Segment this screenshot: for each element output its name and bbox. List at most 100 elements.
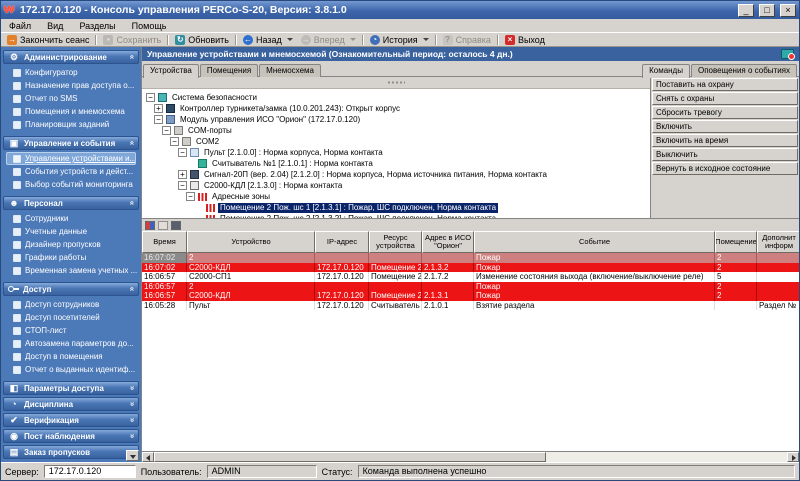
chevron-up-icon[interactable]: »: [128, 55, 136, 59]
maximize-button[interactable]: □: [759, 4, 775, 17]
history-button[interactable]: ◔История: [366, 33, 433, 46]
scrollbar-track[interactable]: [154, 452, 787, 462]
sidebar-group-header[interactable]: ◉Пост наблюдения»: [3, 429, 139, 443]
sidebar-item[interactable]: Учетные данные: [3, 225, 139, 238]
command-button[interactable]: Выключить: [652, 148, 798, 161]
column-header[interactable]: Адрес в ИСО "Орион": [422, 231, 474, 253]
chevron-down-icon[interactable]: »: [128, 386, 136, 390]
back-button[interactable]: ←Назад: [239, 33, 297, 46]
dropdown-arrow-icon[interactable]: [423, 38, 429, 41]
event-row[interactable]: 16:07:022Пожар2: [142, 253, 799, 263]
sidebar-item[interactable]: Конфигуратор: [3, 66, 139, 79]
scrollbar-thumb[interactable]: [154, 452, 546, 462]
collapse-icon[interactable]: −: [178, 181, 187, 190]
menu-item[interactable]: Разделы: [71, 19, 123, 32]
collapse-icon[interactable]: −: [186, 192, 195, 201]
column-header[interactable]: Дополнит информ: [757, 231, 799, 253]
tab-Устройства[interactable]: Устройства: [143, 64, 199, 78]
collapse-icon[interactable]: −: [146, 93, 155, 102]
column-header[interactable]: Устройство: [187, 231, 315, 253]
sidebar-item[interactable]: События устройств и дейст...: [3, 165, 139, 178]
column-header[interactable]: Время: [142, 231, 187, 253]
sidebar-group-header[interactable]: ▤Заказ пропусков»: [3, 445, 139, 459]
command-button[interactable]: Включить: [652, 120, 798, 133]
sidebar-item[interactable]: Временная замена учетных ...: [3, 264, 139, 277]
exit-button[interactable]: ×Выход: [501, 33, 549, 46]
sidebar-item[interactable]: Планировщик заданий: [3, 118, 139, 131]
sidebar-item[interactable]: Выбор событий мониторинга: [3, 178, 139, 191]
expand-icon[interactable]: +: [154, 104, 163, 113]
dropdown-arrow-icon[interactable]: [350, 38, 356, 41]
column-header[interactable]: Событие: [474, 231, 715, 253]
minimize-button[interactable]: _: [738, 4, 754, 17]
all-events-icon[interactable]: [158, 221, 168, 230]
sidebar-item[interactable]: Назначение прав доступа о...: [3, 79, 139, 92]
expand-icon[interactable]: +: [178, 170, 187, 179]
column-header[interactable]: IP-адрес: [315, 231, 369, 253]
menu-item[interactable]: Файл: [1, 19, 39, 32]
chevron-down-icon[interactable]: »: [128, 402, 136, 406]
column-header[interactable]: Ресурс устройства: [369, 231, 422, 253]
tab-Мнемосхема[interactable]: Мнемосхема: [259, 64, 321, 77]
command-button[interactable]: Поставить на охрану: [652, 78, 798, 91]
dropdown-arrow-icon[interactable]: [287, 38, 293, 41]
event-row[interactable]: 16:06:57С2000-СП1172.17.0.120Помещение 2…: [142, 272, 799, 282]
tab-Помещения[interactable]: Помещения: [200, 64, 258, 77]
command-button[interactable]: Включить на время: [652, 134, 798, 147]
collapse-icon[interactable]: −: [154, 115, 163, 124]
sidebar-item[interactable]: Сотрудники: [3, 212, 139, 225]
sidebar-group-header[interactable]: ◧Параметры доступа»: [3, 381, 139, 395]
sidebar-item[interactable]: Отчет по SMS: [3, 92, 139, 105]
collapse-icon[interactable]: −: [178, 148, 187, 157]
horizontal-scrollbar[interactable]: [142, 451, 799, 462]
tree-node[interactable]: −Система безопасности: [144, 92, 650, 103]
sidebar-item[interactable]: Автозамена параметров до...: [3, 337, 139, 350]
tree-node[interactable]: −Помещение 2 Пож. шс 1 [2.1.3.1] : Пожар…: [144, 202, 650, 213]
tree-node[interactable]: −Пульт [2.1.0.0] : Норма корпуса, Норма …: [144, 147, 650, 158]
command-button[interactable]: Сбросить тревогу: [652, 106, 798, 119]
chevron-up-icon[interactable]: »: [128, 287, 136, 291]
tree-node[interactable]: +Контроллер турникета/замка (10.0.201.24…: [144, 103, 650, 114]
sidebar-item[interactable]: Отчет о выданных идентиф...: [3, 363, 139, 376]
sidebar-item[interactable]: Доступ в помещения: [3, 350, 139, 363]
sidebar-item[interactable]: СТОП-лист: [3, 324, 139, 337]
sidebar-item[interactable]: Дизайнер пропусков: [3, 238, 139, 251]
event-row[interactable]: 16:05:28Пульт172.17.0.120Считыватель №2.…: [142, 301, 799, 311]
collapse-icon[interactable]: −: [170, 137, 179, 146]
sidebar-group-header[interactable]: ▣Управление и события»: [3, 136, 139, 150]
sidebar-scroll-down-icon[interactable]: [126, 450, 139, 461]
tree-node[interactable]: −С2000-КДЛ [2.1.3.0] : Норма контакта: [144, 180, 650, 191]
column-header[interactable]: Помещение: [715, 231, 757, 253]
close-button[interactable]: ×: [780, 4, 796, 17]
collapse-icon[interactable]: −: [162, 126, 171, 135]
event-row[interactable]: 16:07:02С2000-КДЛ172.17.0.120Помещение 2…: [142, 263, 799, 273]
command-button[interactable]: Снять с охраны: [652, 92, 798, 105]
sidebar-group-header[interactable]: ◔Дисциплина»: [3, 397, 139, 411]
refresh-button[interactable]: ↻Обновить: [171, 33, 233, 46]
tree-splitter[interactable]: [142, 77, 650, 89]
tree-node[interactable]: −Адресные зоны: [144, 191, 650, 202]
sidebar-item[interactable]: Графики работы: [3, 251, 139, 264]
scroll-left-icon[interactable]: [142, 452, 154, 462]
tree-node[interactable]: −Модуль управления ИСО "Орион" (172.17.0…: [144, 114, 650, 125]
sidebar-group-header[interactable]: ✔Верификация»: [3, 413, 139, 427]
menu-item[interactable]: Помощь: [124, 19, 175, 32]
chevron-up-icon[interactable]: »: [128, 201, 136, 205]
scroll-right-icon[interactable]: [787, 452, 799, 462]
export-log-icon[interactable]: [171, 221, 181, 230]
tree-node[interactable]: −Считыватель №1 [2.1.0.1] : Норма контак…: [144, 158, 650, 169]
sidebar-item[interactable]: Доступ посетителей: [3, 311, 139, 324]
event-row[interactable]: 16:06:572Пожар2: [142, 282, 799, 292]
sidebar-item[interactable]: Управление устройствами и...: [6, 152, 136, 165]
tree-node[interactable]: −COM2: [144, 136, 650, 147]
sidebar-group-header[interactable]: Доступ»: [3, 282, 139, 296]
tree-node[interactable]: +Сигнал-20П (вер. 2.04) [2.1.2.0] : Норм…: [144, 169, 650, 180]
event-row[interactable]: 16:06:57С2000-КДЛ172.17.0.120Помещение 2…: [142, 291, 799, 301]
menu-item[interactable]: Вид: [39, 19, 71, 32]
sidebar-group-header[interactable]: ⚙Администрирование»: [3, 50, 139, 64]
tree-node[interactable]: −COM-порты: [144, 125, 650, 136]
chevron-up-icon[interactable]: »: [128, 141, 136, 145]
sidebar-group-header[interactable]: ☻Персонал»: [3, 196, 139, 210]
chevron-down-icon[interactable]: »: [128, 418, 136, 422]
tab-Команды[interactable]: Команды: [642, 64, 690, 78]
